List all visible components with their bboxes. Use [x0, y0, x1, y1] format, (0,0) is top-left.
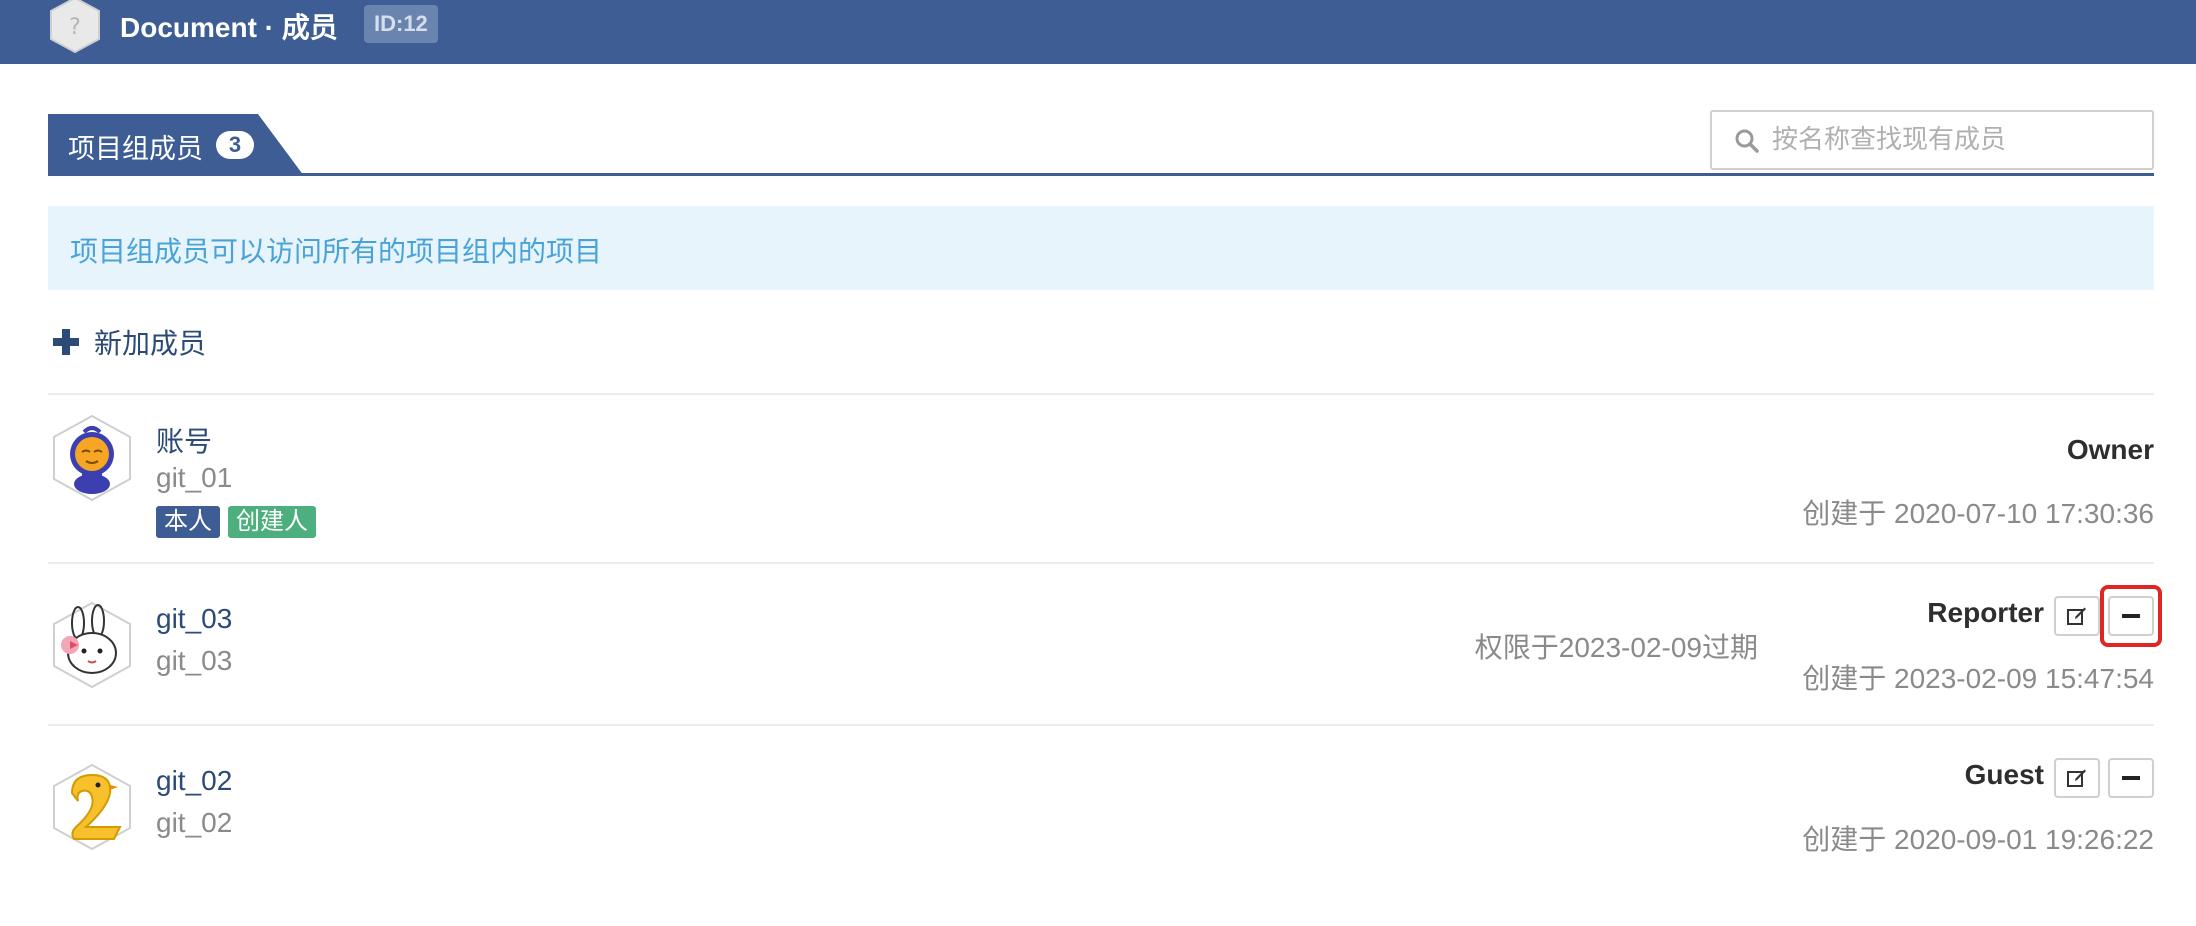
project-logo-icon[interactable]: ? [46, 0, 104, 54]
edit-icon [2067, 769, 2086, 787]
search-input[interactable] [1770, 120, 2140, 160]
plus-icon [53, 329, 79, 355]
member-role: Owner [2066, 434, 2154, 465]
remove-member-button[interactable] [2108, 758, 2154, 798]
member-role: Reporter [1927, 597, 2044, 628]
member-created-date: 创建于 2020-07-10 17:30:36 [1802, 498, 2154, 529]
tab-group-members[interactable]: 项目组成员 3 [48, 114, 304, 176]
self-tag: 本人 [156, 506, 220, 538]
tab-underline [48, 173, 2154, 176]
avatar[interactable] [48, 763, 136, 851]
highlight-box [2100, 585, 2162, 647]
member-role: Guest [1964, 759, 2044, 790]
member-created-date: 创建于 2023-02-09 15:47:54 [1802, 663, 2154, 694]
member-row: git_02 git_02 Guest 创建于 2020-09-01 19:26… [48, 725, 2154, 875]
top-navigation-bar: ? Document · 成员 ID:12 [0, 0, 2196, 64]
search-icon [1735, 129, 1759, 153]
member-tags: 本人 创建人 [156, 506, 316, 538]
member-name-link[interactable]: git_03 [156, 603, 232, 635]
member-username: git_03 [156, 645, 233, 676]
svg-text:?: ? [69, 15, 81, 40]
tab-label: 项目组成员 [68, 134, 203, 164]
edit-button[interactable] [2054, 596, 2100, 636]
permission-expiry: 权限于2023-02-09过期 [1474, 632, 1758, 663]
member-row: git_03 git_03 权限于2023-02-09过期 Reporter 创… [48, 563, 2162, 724]
project-id-badge: ID:12 [364, 5, 438, 43]
add-member-label: 新加成员 [94, 328, 207, 359]
member-username: git_02 [156, 807, 233, 838]
info-banner: 项目组成员可以访问所有的项目组内的项目 [48, 206, 2154, 290]
member-row: 账号 git_01 本人 创建人 Owner 创建于 2020-07-10 17… [48, 394, 2154, 562]
edit-icon [2067, 607, 2086, 625]
avatar[interactable] [48, 414, 136, 502]
add-member-button[interactable]: 新加成员 [52, 322, 206, 362]
member-created-date: 创建于 2020-09-01 19:26:22 [1802, 824, 2154, 855]
member-count-badge: 3 [216, 131, 254, 159]
avatar[interactable] [48, 601, 136, 689]
member-username: git_01 [156, 462, 233, 493]
creator-tag: 创建人 [228, 506, 316, 538]
minus-icon [2122, 776, 2140, 780]
info-banner-text: 项目组成员可以访问所有的项目组内的项目 [70, 236, 603, 267]
member-name-link[interactable]: git_02 [156, 765, 232, 797]
edit-button[interactable] [2054, 758, 2100, 798]
member-name-link[interactable]: 账号 [156, 420, 212, 460]
member-search-box[interactable] [1710, 110, 2154, 170]
page-title: Document · 成员 [120, 12, 338, 43]
